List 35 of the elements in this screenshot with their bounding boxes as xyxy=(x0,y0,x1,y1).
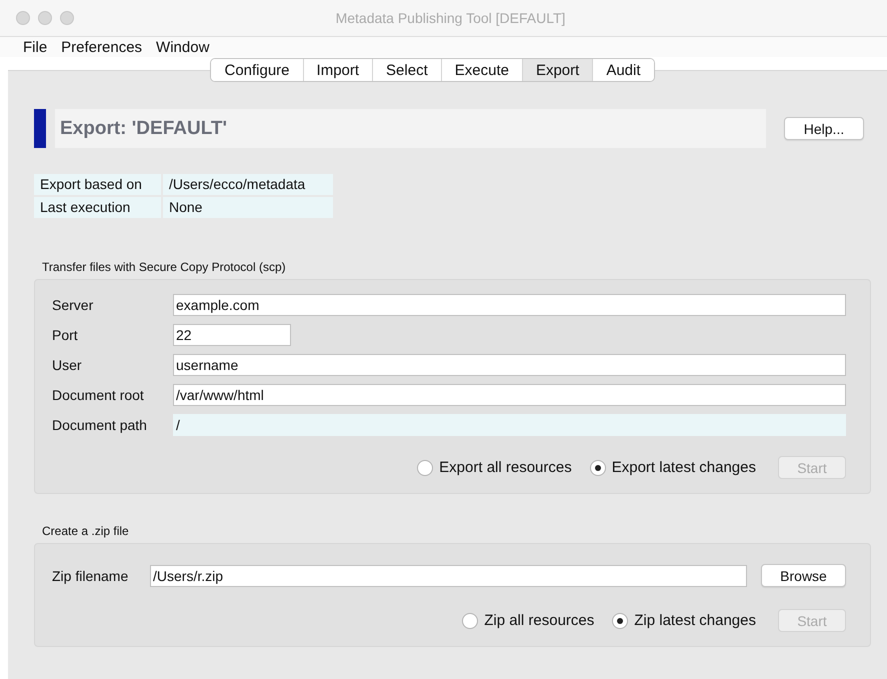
section-title: Transfer files with Secure Copy Protocol (scp) xyxy=(42,260,287,274)
window-control-icon[interactable] xyxy=(38,11,52,25)
field-label: Document path xyxy=(52,417,148,433)
window-control-icon[interactable] xyxy=(16,11,30,25)
window-title: Metadata Publishing Tool [DEFAULT] xyxy=(334,10,566,26)
accent-bar xyxy=(34,109,46,148)
menu-item[interactable]: File xyxy=(23,38,48,56)
info-value: None xyxy=(163,197,333,218)
input-field[interactable]: /var/www/html xyxy=(173,384,846,406)
info-label: Last execution xyxy=(34,197,161,218)
radio-option[interactable]: Zip all resources xyxy=(462,612,594,629)
tab[interactable]: Configure xyxy=(211,59,304,81)
radio-option[interactable]: Export latest changes xyxy=(590,459,756,476)
input-field[interactable]: example.com xyxy=(173,294,846,316)
menu-item[interactable]: Preferences xyxy=(61,38,142,56)
input-field[interactable]: username xyxy=(173,354,846,376)
input-field[interactable]: 22 xyxy=(173,324,291,346)
readonly-field[interactable]: / xyxy=(173,414,846,436)
field-label: Document root xyxy=(52,387,145,403)
field-label: User xyxy=(52,357,83,373)
input-field[interactable]: /Users/r.zip xyxy=(150,564,747,586)
field-label: Zip filename xyxy=(52,568,130,584)
tab[interactable]: Export xyxy=(522,59,594,81)
page-heading: Export: 'DEFAULT' xyxy=(55,109,766,148)
info-value: /Users/ecco/metadata xyxy=(163,174,333,195)
radio-option[interactable]: Export all resources xyxy=(417,459,572,476)
field-label: Port xyxy=(52,327,79,343)
menu-item[interactable]: Window xyxy=(156,38,210,56)
radio-option[interactable]: Zip latest changes xyxy=(612,612,756,629)
browse-button[interactable]: Browse xyxy=(761,564,846,587)
help-button[interactable]: Help... xyxy=(784,117,864,140)
info-label: Export based on xyxy=(34,174,161,195)
field-label: Server xyxy=(52,297,94,313)
window-control-icon[interactable] xyxy=(60,11,74,25)
section-title: Create a .zip file xyxy=(42,524,130,538)
